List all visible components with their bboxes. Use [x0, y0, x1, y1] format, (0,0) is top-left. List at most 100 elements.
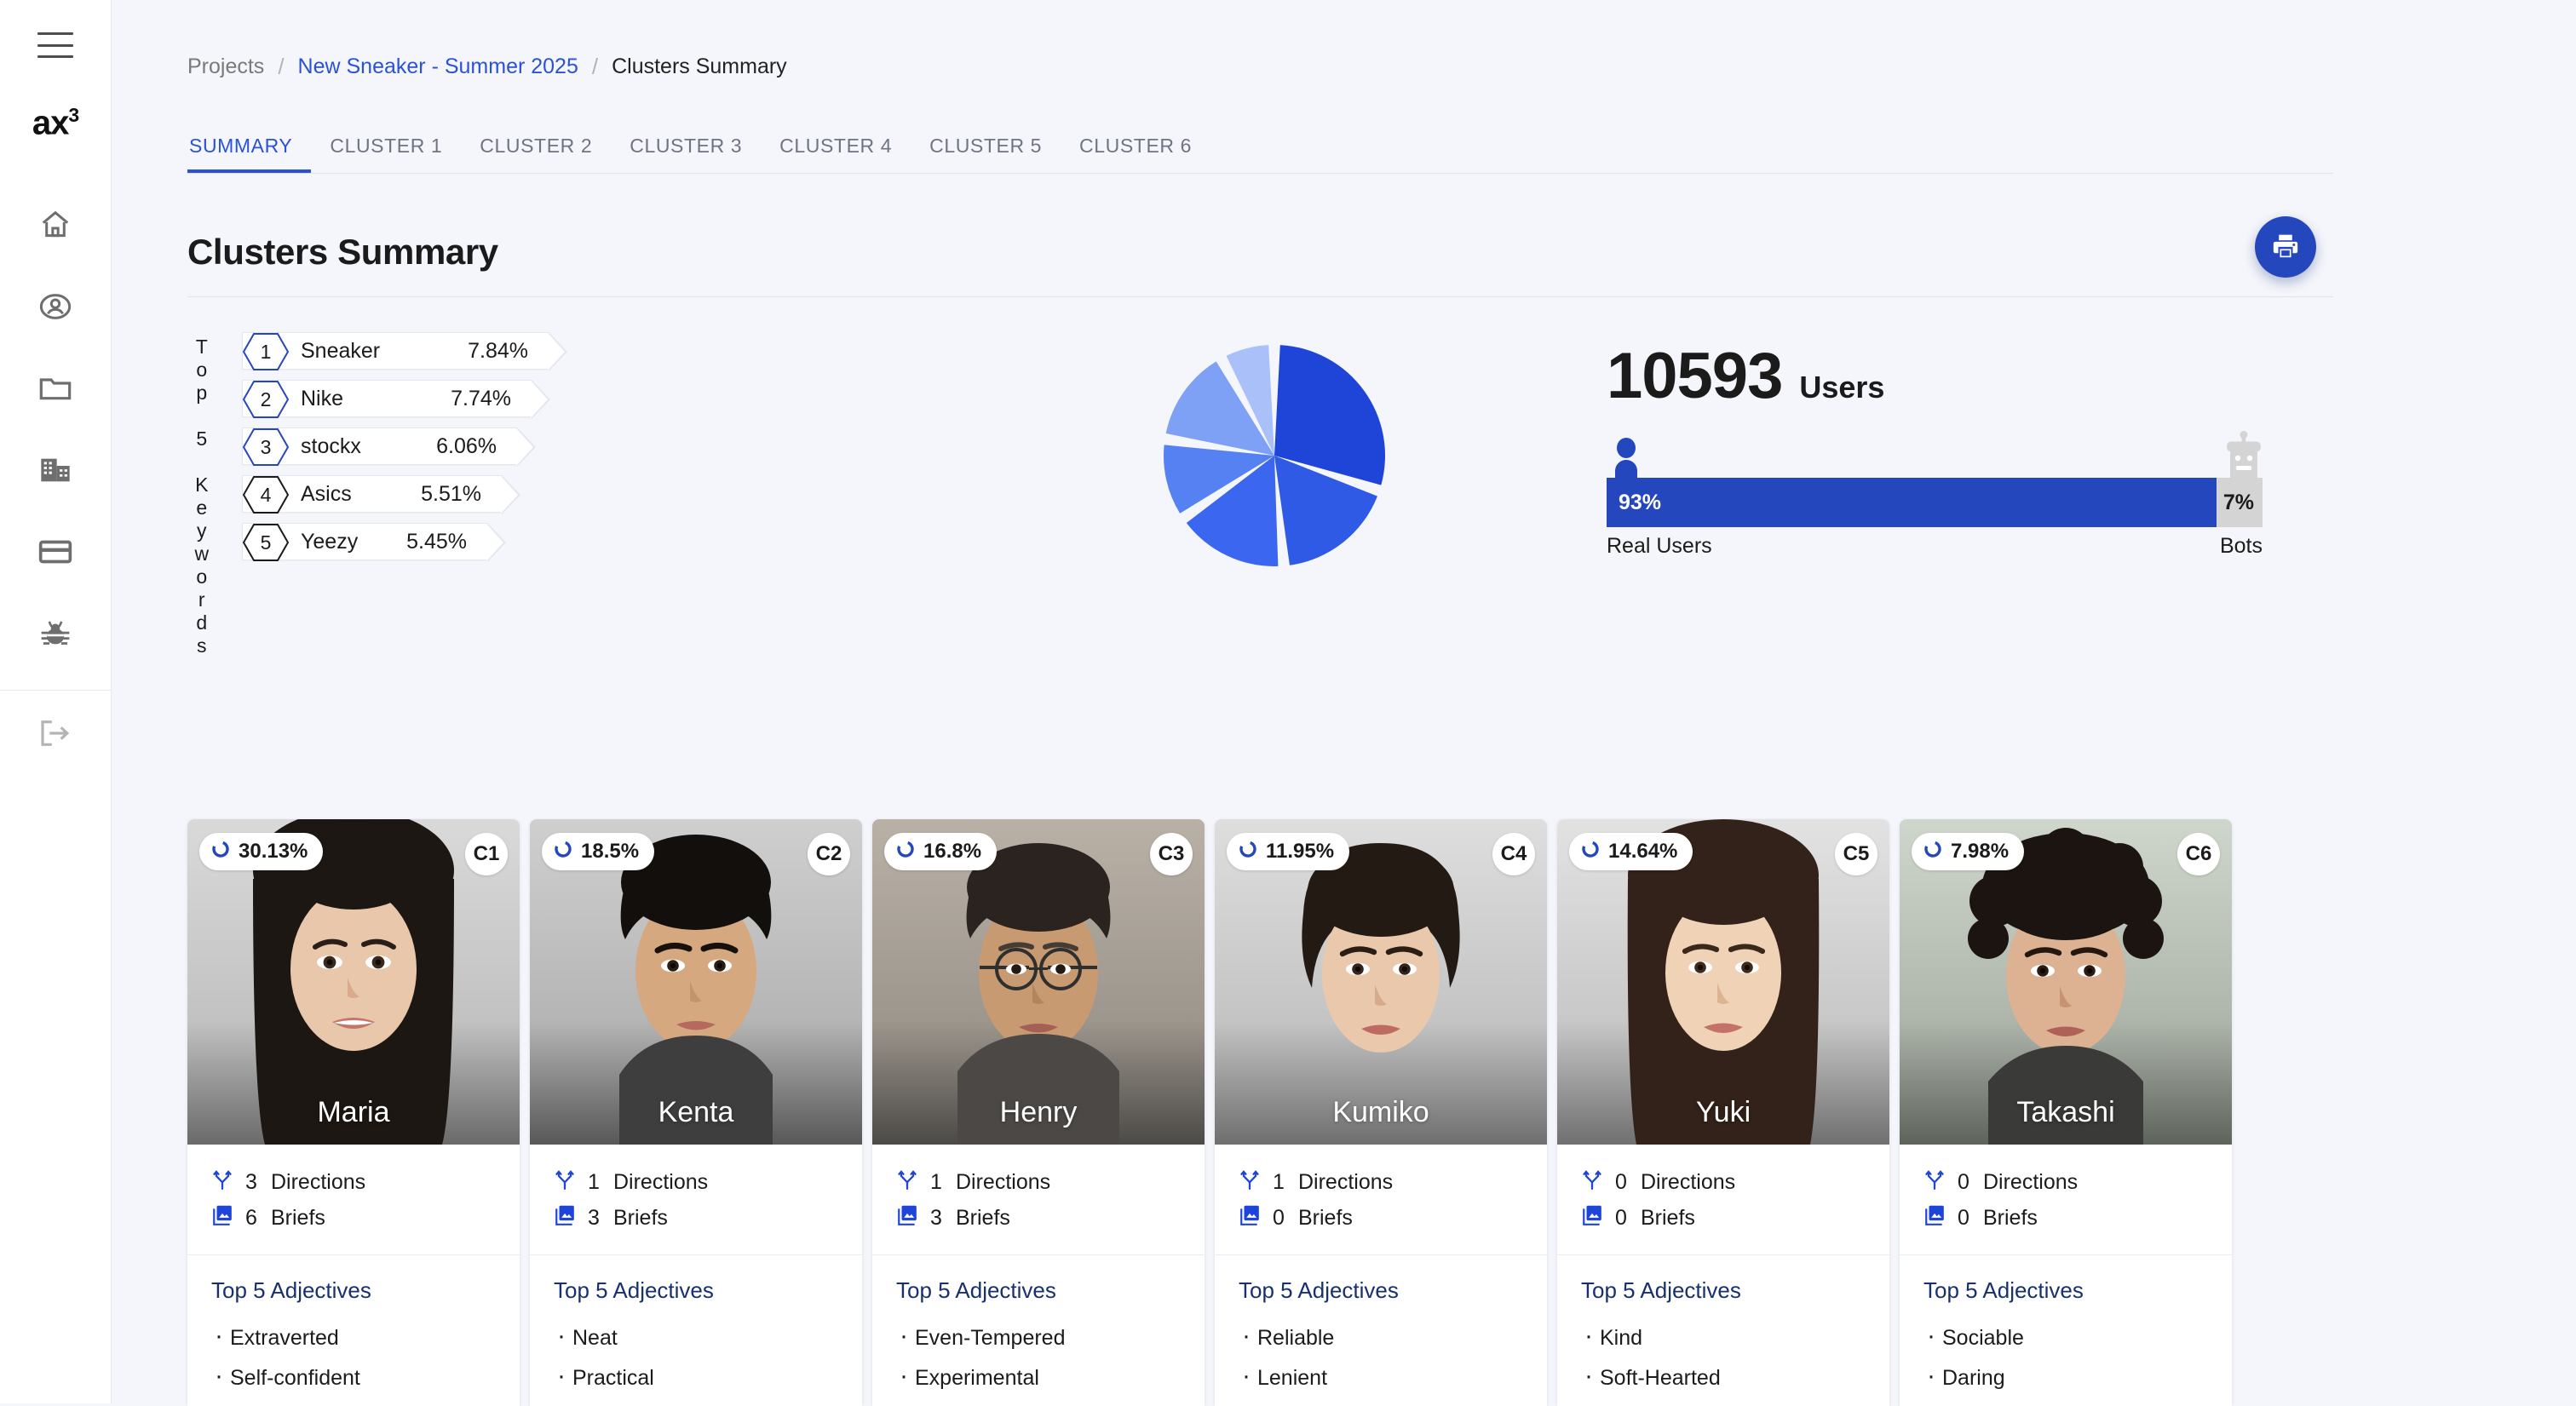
cluster-percent-badge: 16.8% — [884, 833, 998, 870]
cluster-id-badge: C6 — [2177, 833, 2220, 875]
directions-count: 3 — [245, 1170, 257, 1194]
donut-icon — [1239, 840, 1257, 864]
cluster-id-badge: C5 — [1835, 833, 1877, 875]
cluster-photo: 30.13% C1 Maria — [187, 819, 520, 1145]
bug-icon — [38, 618, 72, 649]
rank-hexagon: 3 — [243, 428, 289, 466]
home-icon — [38, 209, 72, 241]
adjectives-title: Top 5 Adjectives — [554, 1277, 714, 1303]
adjectives-list: Sociable Daring — [1923, 1322, 2232, 1391]
real-users-segment[interactable]: 93% — [1607, 478, 2217, 527]
sidebar-divider — [0, 690, 112, 692]
cluster-photo: 14.64% C5 Yuki — [1557, 819, 1889, 1145]
briefs-stat: 0 Briefs — [1923, 1204, 2232, 1232]
tab-cluster-4[interactable]: CLUSTER 4 — [761, 135, 911, 173]
directions-icon — [1923, 1168, 1946, 1197]
briefs-count: 0 — [1273, 1206, 1285, 1230]
briefs-count: 3 — [930, 1206, 942, 1230]
ratio-bar: 93% 7% — [1607, 478, 2263, 527]
main-content: Projects / New Sneaker - Summer 2025 / C… — [112, 0, 2576, 1406]
briefs-icon — [211, 1204, 233, 1232]
users-panel: 10593 Users 93% 7% Real Users Bots — [1607, 339, 2263, 566]
sidebar-item-logout[interactable] — [0, 694, 111, 776]
keyword-row[interactable]: 5 Yeezy 5.45% — [216, 523, 860, 562]
keyword-row[interactable]: 3 stockx 6.06% — [216, 428, 860, 467]
breadcrumb-project[interactable]: New Sneaker - Summer 2025 — [298, 55, 578, 79]
cluster-card[interactable]: 14.64% C5 Yuki 0 Directions 0 Briefs Top… — [1557, 819, 1889, 1406]
tab-summary[interactable]: SUMMARY — [187, 135, 312, 173]
hamburger-icon[interactable] — [37, 32, 73, 58]
sidebar-item-projects[interactable] — [0, 347, 111, 429]
adjective-item: Soft-Hearted — [1581, 1362, 1889, 1391]
keyword-percent: 6.06% — [436, 433, 497, 458]
adjective-item: Neat — [554, 1322, 862, 1351]
briefs-label: Briefs — [271, 1206, 325, 1230]
cluster-name: Yuki — [1695, 1096, 1751, 1128]
breadcrumb-separator: / — [278, 54, 285, 79]
donut-icon — [1581, 840, 1600, 864]
keyword-row[interactable]: 4 Asics 5.51% — [216, 475, 860, 514]
cluster-stats: 0 Directions 0 Briefs — [1557, 1145, 1889, 1255]
print-button[interactable] — [2255, 216, 2316, 278]
briefs-icon — [1239, 1204, 1261, 1232]
directions-stat: 0 Directions — [1923, 1168, 2232, 1197]
keyword-row[interactable]: 2 Nike 7.74% — [216, 380, 860, 419]
cluster-card[interactable]: 7.98% C6 Takashi 0 Directions 0 Briefs T… — [1900, 819, 2232, 1406]
tab-cluster-5[interactable]: CLUSTER 5 — [911, 135, 1061, 173]
top-keywords-panel: Top5Keywords 1 Sneaker 7.84% 2 Nike 7.74… — [187, 332, 860, 657]
breadcrumb-current: Clusters Summary — [612, 55, 787, 78]
directions-stat: 0 Directions — [1581, 1168, 1889, 1197]
sidebar-item-home[interactable] — [0, 184, 111, 266]
briefs-label: Briefs — [1983, 1206, 2038, 1230]
users-count: 10593 — [1607, 340, 1783, 412]
cluster-percent-badge: 30.13% — [199, 833, 324, 870]
briefs-label: Briefs — [1298, 1206, 1353, 1230]
users-count-label: Users — [1799, 370, 1885, 405]
real-users-label: Real Users — [1607, 534, 1712, 558]
bots-segment[interactable]: 7% — [2217, 478, 2263, 527]
keyword-percent: 7.74% — [451, 386, 511, 410]
tab-cluster-1[interactable]: CLUSTER 1 — [311, 135, 461, 173]
adjective-item: Extraverted — [211, 1322, 520, 1351]
briefs-label: Briefs — [1641, 1206, 1695, 1230]
cluster-card[interactable]: 30.13% C1 Maria 3 Directions 6 Briefs To… — [187, 819, 520, 1406]
tab-cluster-2[interactable]: CLUSTER 2 — [461, 135, 611, 173]
sidebar-item-billing[interactable] — [0, 511, 111, 593]
directions-count: 1 — [588, 1170, 600, 1194]
top-keywords-vertical-label: Top5Keywords — [194, 336, 210, 657]
cluster-stats: 1 Directions 0 Briefs — [1215, 1145, 1547, 1255]
cluster-id-badge: C1 — [465, 833, 508, 875]
briefs-label: Briefs — [956, 1206, 1010, 1230]
breadcrumb-root[interactable]: Projects — [187, 55, 264, 79]
cluster-card[interactable]: 16.8% C3 Henry 1 Directions 3 Briefs Top… — [872, 819, 1205, 1406]
keyword-row[interactable]: 1 Sneaker 7.84% — [216, 332, 860, 371]
adjective-item: Even-Tempered — [896, 1322, 1205, 1351]
brand-text: ax — [32, 104, 69, 142]
briefs-icon — [1923, 1204, 1946, 1232]
tab-cluster-6[interactable]: CLUSTER 6 — [1061, 135, 1210, 173]
keyword-percent: 5.51% — [421, 481, 481, 506]
cluster-percent-badge: 11.95% — [1227, 833, 1350, 870]
sidebar-item-debug[interactable] — [0, 593, 111, 674]
pie-svg — [1163, 345, 1385, 567]
cluster-card[interactable]: 18.5% C2 Kenta 1 Directions 3 Briefs Top… — [530, 819, 862, 1406]
directions-stat: 1 Directions — [554, 1168, 862, 1197]
cluster-name: Kenta — [658, 1096, 734, 1128]
sidebar-item-account[interactable] — [0, 266, 111, 347]
directions-label: Directions — [613, 1170, 709, 1194]
cluster-percent: 14.64% — [1608, 840, 1678, 863]
adjectives-list: Kind Soft-Hearted — [1581, 1322, 1889, 1391]
cluster-stats: 0 Directions 0 Briefs — [1900, 1145, 2232, 1255]
rank-hexagon: 2 — [243, 381, 289, 418]
adjectives-list: Neat Practical — [554, 1322, 862, 1391]
tab-cluster-3[interactable]: CLUSTER 3 — [611, 135, 761, 173]
keyword-rank: 4 — [260, 483, 272, 506]
rank-hexagon: 4 — [243, 476, 289, 514]
briefs-stat: 0 Briefs — [1239, 1204, 1547, 1232]
logout-icon — [38, 719, 72, 752]
sidebar-item-company[interactable] — [0, 429, 111, 511]
directions-label: Directions — [1641, 1170, 1736, 1194]
keyword-term: Sneaker — [301, 338, 381, 363]
cluster-card[interactable]: 11.95% C4 Kumiko 1 Directions 0 Briefs T… — [1215, 819, 1547, 1406]
briefs-count: 3 — [588, 1206, 600, 1230]
